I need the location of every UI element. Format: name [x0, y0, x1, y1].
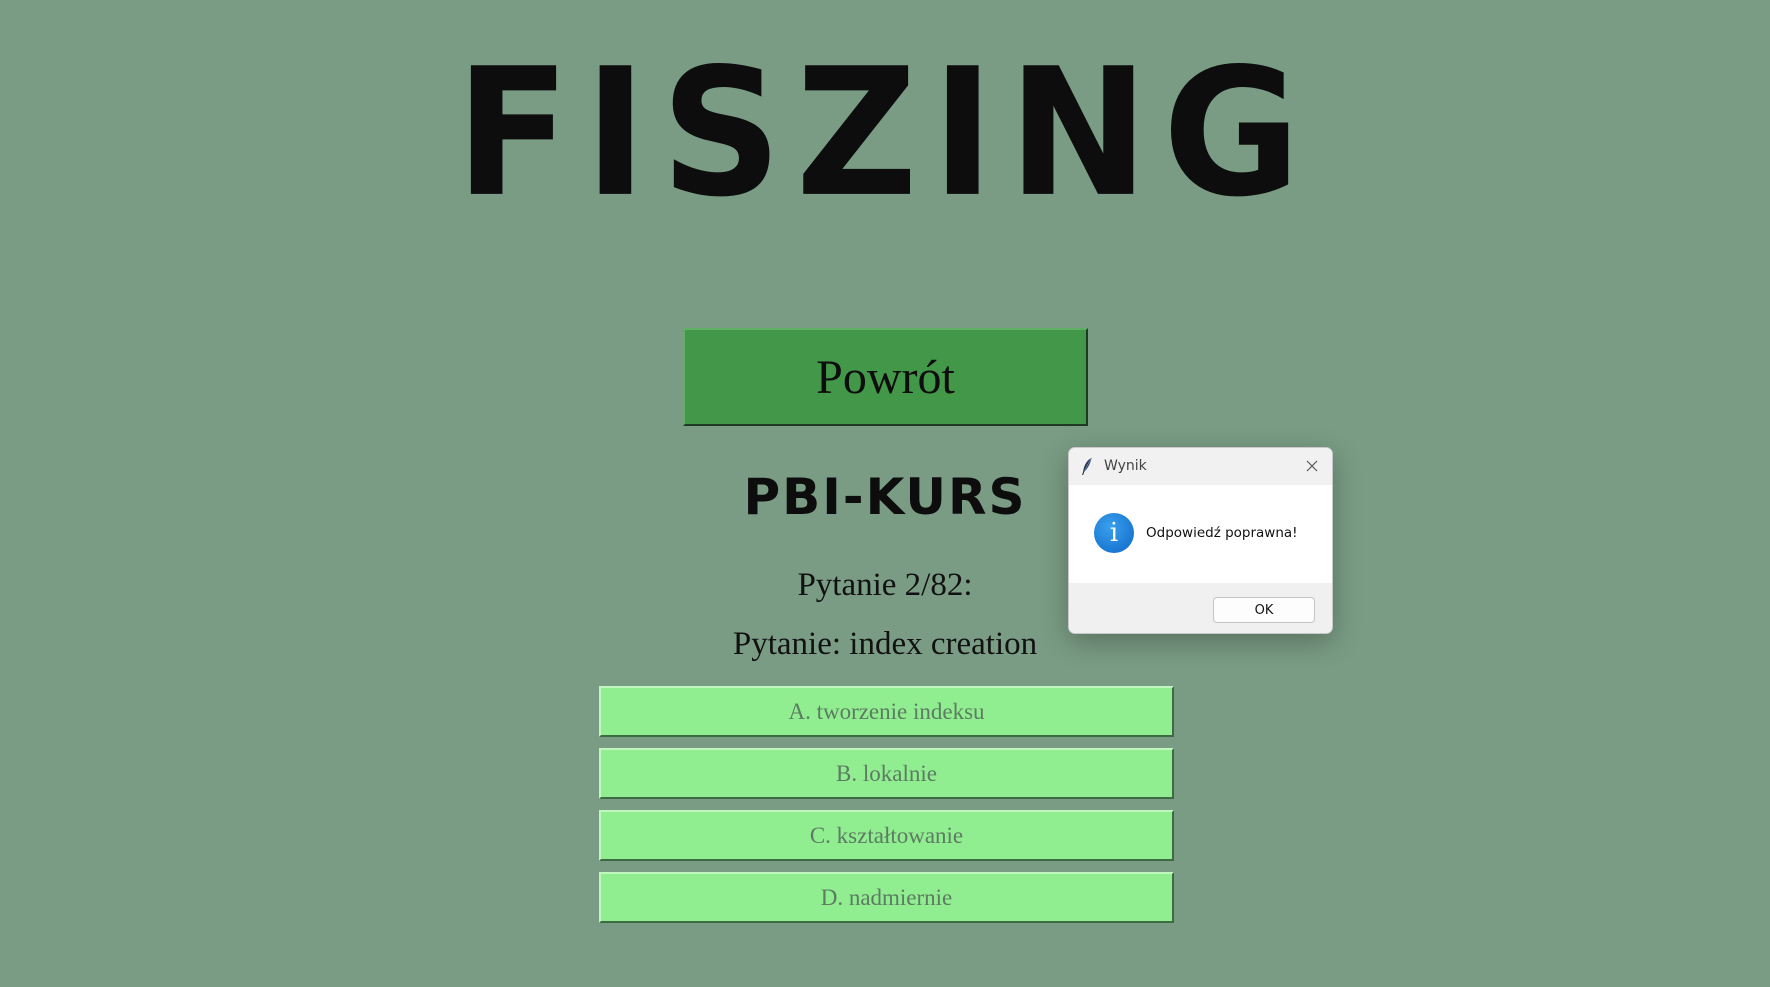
dialog-titlebar[interactable]: Wynik — [1069, 448, 1332, 485]
dialog-message: Odpowiedź poprawna! — [1146, 525, 1298, 541]
answer-button-d[interactable]: D. nadmiernie — [599, 872, 1174, 923]
result-dialog: Wynik i Odpowiedź poprawna! OK — [1068, 447, 1333, 634]
dialog-title: Wynik — [1104, 458, 1147, 474]
close-button[interactable] — [1301, 455, 1323, 477]
dialog-body: i Odpowiedź poprawna! — [1069, 485, 1332, 583]
app-title: FISZING — [455, 30, 1315, 236]
back-button[interactable]: Powrót — [683, 328, 1088, 426]
close-icon — [1306, 460, 1318, 472]
answer-button-c[interactable]: C. kształtowanie — [599, 810, 1174, 861]
question-counter: Pytanie 2/82: — [797, 567, 973, 603]
question-text: Pytanie: index creation — [732, 626, 1038, 662]
answer-button-b[interactable]: B. lokalnie — [599, 748, 1174, 799]
answer-button-a[interactable]: A. tworzenie indeksu — [599, 686, 1174, 737]
course-name: PBI-KURS — [743, 468, 1027, 526]
dialog-footer: OK — [1069, 583, 1332, 633]
info-icon: i — [1094, 513, 1134, 553]
feather-icon — [1082, 457, 1092, 475]
ok-button[interactable]: OK — [1213, 597, 1315, 623]
